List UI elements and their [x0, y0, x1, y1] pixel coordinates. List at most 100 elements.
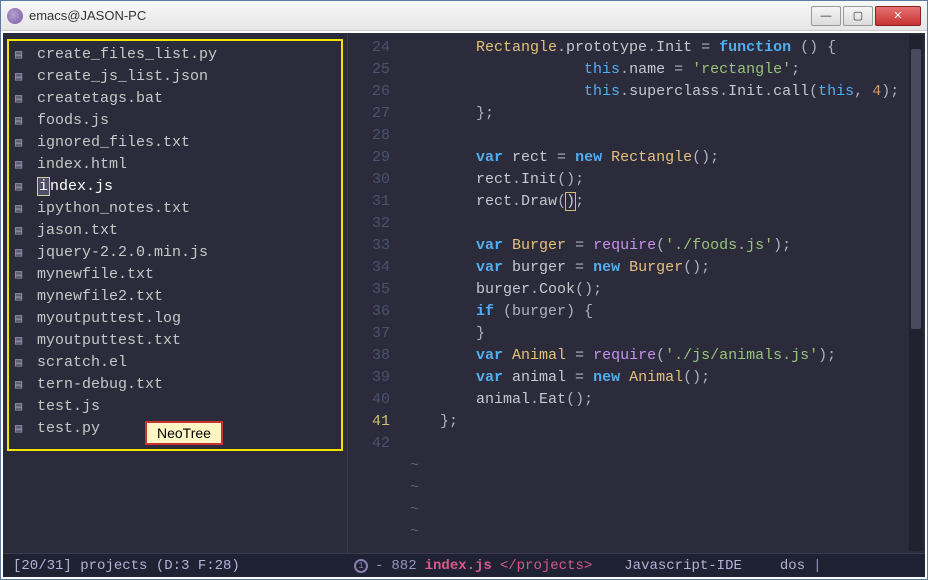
- neotree-sidebar[interactable]: ▤create_files_list.py▤create_js_list.jso…: [3, 33, 347, 553]
- file-item[interactable]: ▤create_files_list.py: [11, 43, 339, 65]
- modeline: [20/31] projects (D:3 F:28) 1 - 882 inde…: [3, 553, 925, 577]
- file-name: jquery-2.2.0.min.js: [37, 244, 208, 261]
- app-window: emacs@JASON-PC — ▢ ✕ ▤create_files_list.…: [0, 0, 928, 580]
- file-name: foods.js: [37, 112, 109, 129]
- code-line[interactable]: };: [404, 103, 925, 125]
- file-item[interactable]: ▤index.js: [11, 175, 339, 197]
- vertical-scrollbar[interactable]: [909, 35, 923, 551]
- code-line[interactable]: [404, 125, 925, 147]
- editor-client: ▤create_files_list.py▤create_js_list.jso…: [1, 31, 927, 579]
- line-number: 28: [348, 125, 390, 147]
- file-item[interactable]: ▤ ipython_notes.txt: [11, 197, 339, 219]
- line-number: 35: [348, 279, 390, 301]
- code-line[interactable]: burger.Cook();: [404, 279, 925, 301]
- line-number: 36: [348, 301, 390, 323]
- file-name: test.py: [37, 420, 100, 437]
- code-area[interactable]: Rectangle.prototype.Init = function () {…: [404, 37, 925, 553]
- line-number: 26: [348, 81, 390, 103]
- file-item[interactable]: ▤ jason.txt: [11, 219, 339, 241]
- empty-line-tilde: ~: [404, 477, 925, 499]
- file-name: ignored_files.txt: [37, 134, 190, 151]
- code-line[interactable]: animal.Eat();: [404, 389, 925, 411]
- code-line[interactable]: this.name = 'rectangle';: [404, 59, 925, 81]
- file-name: ipython_notes.txt: [37, 200, 190, 217]
- close-button[interactable]: ✕: [875, 6, 921, 26]
- modeline-indicator-icon: 1: [354, 559, 368, 573]
- code-line[interactable]: this.superclass.Init.call(this, 4);: [404, 81, 925, 103]
- file-icon: ▤: [15, 69, 29, 84]
- window-buttons: — ▢ ✕: [811, 6, 921, 26]
- file-item[interactable]: ▤mynewfile2.txt: [11, 285, 339, 307]
- line-number: 39: [348, 367, 390, 389]
- file-icon: ▤: [15, 47, 29, 62]
- modeline-path: </projects>: [500, 558, 592, 574]
- line-number: 31: [348, 191, 390, 213]
- code-line[interactable]: rect.Draw();: [404, 191, 925, 213]
- minimize-button[interactable]: —: [811, 6, 841, 26]
- file-name: tern-debug.txt: [37, 376, 163, 393]
- file-name: myoutputtest.log: [37, 310, 181, 327]
- code-line[interactable]: var rect = new Rectangle();: [404, 147, 925, 169]
- code-line[interactable]: var animal = new Animal();: [404, 367, 925, 389]
- line-number: 24: [348, 37, 390, 59]
- file-icon: ▤: [15, 355, 29, 370]
- code-line[interactable]: };: [404, 411, 925, 433]
- file-icon: ▤: [15, 201, 29, 216]
- file-item[interactable]: ▤jquery-2.2.0.min.js: [11, 241, 339, 263]
- panes: ▤create_files_list.py▤create_js_list.jso…: [3, 33, 925, 553]
- file-item[interactable]: ▤createtags.bat: [11, 87, 339, 109]
- emacs-icon: [7, 8, 23, 24]
- file-item[interactable]: ▤ foods.js: [11, 109, 339, 131]
- file-name: createtags.bat: [37, 90, 163, 107]
- line-number: 33: [348, 235, 390, 257]
- file-item[interactable]: ▤myoutputtest.log: [11, 307, 339, 329]
- modeline-column: 882: [391, 558, 416, 574]
- modeline-right: - 882 index.js</projects> Javascript-IDE…: [375, 558, 925, 574]
- empty-line-tilde: ~: [404, 455, 925, 477]
- file-item[interactable]: ▤create_js_list.json: [11, 65, 339, 87]
- file-name: jason.txt: [37, 222, 118, 239]
- modeline-left: [20/31] projects (D:3 F:28): [3, 558, 347, 574]
- code-line[interactable]: var burger = new Burger();: [404, 257, 925, 279]
- code-line[interactable]: var Burger = require('./foods.js');: [404, 235, 925, 257]
- file-icon: ▤: [15, 223, 29, 238]
- file-item[interactable]: ▤ignored_files.txt: [11, 131, 339, 153]
- file-item[interactable]: ▤ tern-debug.txt: [11, 373, 339, 395]
- code-line[interactable]: }: [404, 323, 925, 345]
- file-name: index.js: [37, 178, 113, 195]
- file-item[interactable]: ▤scratch.el: [11, 351, 339, 373]
- file-name: test.js: [37, 398, 100, 415]
- code-line[interactable]: var Animal = require('./js/animals.js');: [404, 345, 925, 367]
- file-item[interactable]: ▤index.html: [11, 153, 339, 175]
- code-line[interactable]: [404, 213, 925, 235]
- file-icon: ▤: [15, 377, 29, 392]
- code-line[interactable]: Rectangle.prototype.Init = function () {: [404, 37, 925, 59]
- empty-line-tilde: ~: [404, 499, 925, 521]
- modeline-filename: index.js: [425, 558, 492, 574]
- empty-line-tilde: ~: [404, 521, 925, 543]
- code-line[interactable]: [404, 433, 925, 455]
- file-icon: ▤: [15, 113, 29, 128]
- file-icon: ▤: [15, 421, 29, 436]
- maximize-button[interactable]: ▢: [843, 6, 873, 26]
- titlebar[interactable]: emacs@JASON-PC — ▢ ✕: [1, 1, 927, 31]
- file-name: index.html: [37, 156, 127, 173]
- scrollbar-thumb[interactable]: [911, 49, 921, 329]
- file-item[interactable]: ▤test.js: [11, 395, 339, 417]
- file-item[interactable]: ▤myoutputtest.txt: [11, 329, 339, 351]
- file-icon: ▤: [15, 289, 29, 304]
- line-number-gutter: 24252627282930313233343536373839404142: [348, 37, 404, 553]
- file-item[interactable]: ▤mynewfile.txt: [11, 263, 339, 285]
- window-title: emacs@JASON-PC: [29, 8, 811, 23]
- modeline-encoding: dos: [780, 558, 805, 574]
- modeline-dash: -: [375, 558, 383, 574]
- code-editor[interactable]: 24252627282930313233343536373839404142 R…: [347, 33, 925, 553]
- line-number: 34: [348, 257, 390, 279]
- line-number: 41: [348, 411, 390, 433]
- code-line[interactable]: if (burger) {: [404, 301, 925, 323]
- file-name: myoutputtest.txt: [37, 332, 181, 349]
- neotree-highlight-box: ▤create_files_list.py▤create_js_list.jso…: [7, 39, 343, 451]
- line-number: 37: [348, 323, 390, 345]
- code-line[interactable]: rect.Init();: [404, 169, 925, 191]
- line-number: 38: [348, 345, 390, 367]
